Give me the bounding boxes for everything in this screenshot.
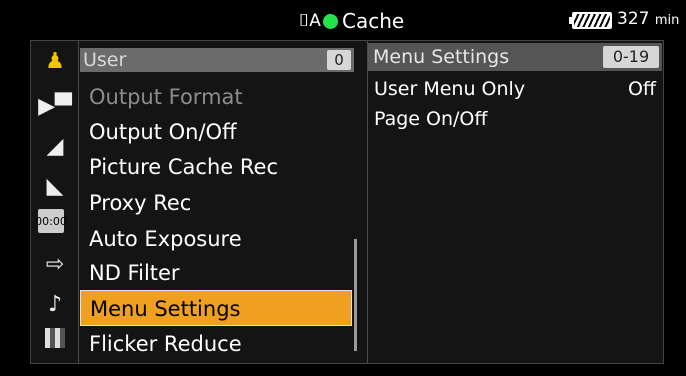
maintenance-icon[interactable] — [45, 328, 65, 348]
record-mode-indicator: ⌷A Cache — [299, 8, 404, 34]
record-mode-label: Cache — [342, 9, 405, 33]
menu-title: User — [83, 49, 127, 71]
paint-icon[interactable]: ◣ — [38, 171, 72, 201]
submenu-panel: Menu Settings 0-19 User Menu Only Off Pa… — [367, 41, 663, 363]
output-icon[interactable]: ⇨ — [38, 249, 72, 279]
menu-window: ♟ ▶▀ ◢ ◣ 00:00 ⇨ ♪ User 0 Output Format … — [30, 40, 664, 364]
option-label: User Menu Only — [374, 78, 526, 100]
submenu-title: Menu Settings — [373, 46, 510, 68]
status-bar: ⌷A Cache 327 min — [0, 0, 686, 40]
remaining-value: 327 — [617, 9, 650, 29]
option-user-menu-only[interactable]: User Menu Only Off — [368, 75, 662, 103]
menu-item-flicker-reduce[interactable]: Flicker Reduce — [80, 326, 352, 362]
menu-header: User 0 — [80, 48, 354, 72]
menu-item-nd-filter[interactable]: ND Filter — [80, 255, 352, 291]
menu-page-number: 0 — [327, 50, 351, 70]
timecode-icon[interactable]: 00:00 — [35, 209, 67, 233]
option-value: Off — [627, 78, 656, 100]
menu-scrollbar[interactable] — [354, 81, 358, 361]
camera-icon[interactable]: ▶▀ — [38, 91, 72, 121]
record-status-dot — [323, 13, 338, 29]
menu-item-output-format[interactable]: Output Format — [80, 79, 352, 115]
user-menu-icon[interactable]: ♟ — [38, 46, 72, 76]
card-a-icon: ⌷A — [299, 11, 321, 31]
menu-item-proxy-rec[interactable]: Proxy Rec — [80, 185, 352, 221]
remaining-time: 327 min — [617, 9, 679, 29]
submenu-header: Menu Settings 0-19 — [368, 43, 662, 71]
option-page-on-off[interactable]: Page On/Off — [368, 105, 662, 133]
menu-list: User 0 Output Format Output On/Off Pictu… — [80, 41, 364, 363]
category-sidebar: ♟ ▶▀ ◢ ◣ 00:00 ⇨ ♪ — [31, 41, 79, 363]
scrollbar-thumb[interactable] — [354, 239, 357, 351]
battery-icon — [569, 12, 612, 29]
submenu-range: 0-19 — [603, 46, 659, 68]
menu-item-picture-cache-rec[interactable]: Picture Cache Rec — [80, 149, 352, 185]
clapper-icon[interactable]: ◢ — [38, 131, 72, 161]
option-label: Page On/Off — [374, 108, 488, 130]
menu-item-auto-exposure[interactable]: Auto Exposure — [80, 221, 352, 257]
audio-note-icon[interactable]: ♪ — [38, 289, 72, 319]
menu-item-menu-settings[interactable]: Menu Settings — [80, 290, 352, 326]
remaining-unit: min — [654, 13, 680, 28]
menu-item-output-on-off[interactable]: Output On/Off — [80, 114, 352, 150]
